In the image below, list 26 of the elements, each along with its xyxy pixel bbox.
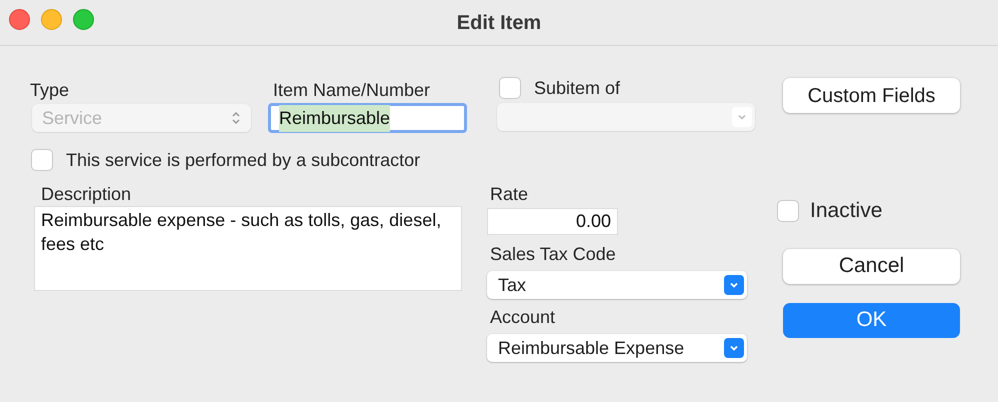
- ok-button[interactable]: OK: [783, 302, 960, 338]
- description-label: Description: [41, 183, 132, 205]
- account-select[interactable]: Reimbursable Expense: [487, 334, 747, 362]
- rate-field[interactable]: 0.00: [487, 208, 618, 235]
- updown-chevron-icon: [231, 110, 241, 126]
- chevron-down-icon: [724, 275, 744, 295]
- subcontractor-checkbox[interactable]: [31, 149, 53, 171]
- inactive-label: Inactive: [810, 198, 882, 224]
- account-label: Account: [490, 306, 556, 328]
- sales-tax-code-label: Sales Tax Code: [490, 243, 617, 265]
- minimize-icon[interactable]: [41, 9, 62, 30]
- cancel-button[interactable]: Cancel: [783, 248, 960, 284]
- chevron-down-icon: [724, 338, 744, 358]
- window-title: Edit Item: [456, 10, 542, 36]
- custom-fields-button[interactable]: Custom Fields: [783, 78, 960, 113]
- sales-tax-code-select[interactable]: Tax: [487, 271, 747, 299]
- description-field[interactable]: Reimbursable expense - such as tolls, gas, diesel, fees etc: [34, 206, 462, 291]
- chevron-down-icon: [732, 107, 752, 127]
- item-name-field[interactable]: Reimbursable: [268, 103, 467, 133]
- subcontractor-label: This service is performed by a subcontractor: [66, 149, 420, 171]
- maximize-icon[interactable]: [73, 9, 94, 30]
- close-icon[interactable]: [9, 9, 30, 30]
- subitem-label: Subitem of: [534, 77, 620, 99]
- item-name-label: Item Name/Number: [273, 79, 432, 101]
- type-label: Type: [30, 79, 70, 101]
- rate-label: Rate: [490, 183, 530, 205]
